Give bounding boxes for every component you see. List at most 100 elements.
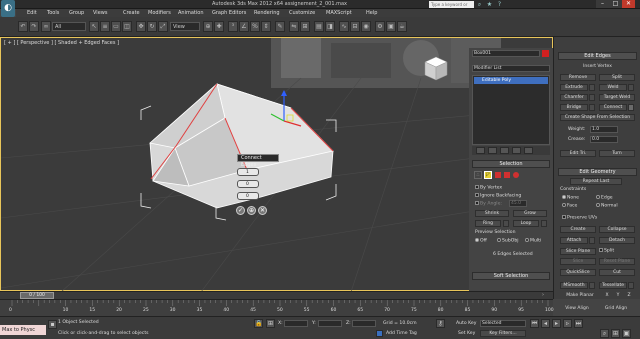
menu-create[interactable]: Create (123, 9, 140, 17)
edge-mode-icon[interactable]: ◸ (484, 171, 492, 179)
ring-spinner[interactable] (503, 220, 509, 227)
move-icon[interactable]: ✥ (136, 21, 146, 32)
split-edge-button[interactable]: Split (599, 74, 635, 81)
soft-selection-rollout-header[interactable]: Soft Selection (472, 272, 550, 280)
weld-settings-button[interactable] (628, 84, 634, 91)
named-selection-icon[interactable]: ✎ (275, 21, 285, 32)
slice-button[interactable]: Slice (560, 258, 596, 265)
extrude-button[interactable]: Extrude (560, 84, 588, 91)
stack-item-editable-poly[interactable]: Editable Poly (474, 77, 548, 84)
link-icon[interactable]: ∞ (41, 21, 51, 32)
render-production-icon[interactable]: ☕ (397, 21, 407, 32)
vertex-mode-icon[interactable]: ∴ (474, 171, 482, 179)
cut-button[interactable]: Cut (599, 269, 635, 276)
spinner-snap-icon[interactable]: ⇕ (261, 21, 271, 32)
selection-rollout-header[interactable]: Selection (472, 160, 550, 168)
caddy-apply-icon[interactable]: ⊕ (247, 206, 256, 215)
border-mode-icon[interactable] (495, 172, 501, 178)
add-time-tag[interactable]: Add Time Tag (386, 331, 417, 336)
time-slider-thumb[interactable]: 0 / 100 (20, 292, 54, 299)
minimize-button[interactable]: – (596, 0, 609, 8)
grid-align-button[interactable]: Grid Align (598, 306, 634, 313)
maximize-viewport-icon[interactable]: ▣ (622, 329, 631, 338)
box001-mesh[interactable] (149, 83, 334, 209)
binoculars-icon[interactable]: ⌕ (476, 1, 483, 8)
attach-button[interactable]: Attach (560, 237, 588, 244)
constraint-none-radio[interactable]: None (562, 195, 579, 201)
remove-modifier-icon[interactable] (512, 147, 521, 154)
menu-modifiers[interactable]: Modifiers (148, 9, 171, 17)
menu-tools[interactable]: Tools (47, 9, 59, 17)
view-align-button[interactable]: View Align (559, 306, 595, 313)
prev-frame-icon[interactable]: ◂ (541, 319, 550, 328)
viewport-label[interactable]: [ + ] [ Perspective ] [ Shaded + Edged F… (4, 40, 119, 46)
menu-views[interactable]: Views (93, 9, 107, 17)
target-weld-button[interactable]: Target Weld (599, 94, 635, 101)
render-setup-icon[interactable]: ⚙ (375, 21, 385, 32)
constraint-normal-radio[interactable]: Normal (596, 203, 618, 209)
menu-maxscript[interactable]: MAXScript (326, 9, 352, 17)
schematic-view-icon[interactable]: ⊟ (350, 21, 360, 32)
slice-plane-button[interactable]: Slice Plane (560, 248, 596, 255)
x-coord-field[interactable] (284, 320, 308, 327)
help-icon[interactable]: ? (496, 1, 503, 8)
loop-button[interactable]: Loop (513, 220, 539, 227)
key-filters-button[interactable]: Key Filters... (480, 330, 526, 337)
select-manipulate-icon[interactable]: ✚ (214, 21, 224, 32)
zoom-icon[interactable]: ⌕ (600, 329, 609, 338)
material-editor-icon[interactable]: ◉ (361, 21, 371, 32)
zoom-extents-icon[interactable]: ⊞ (611, 329, 620, 338)
make-unique-icon[interactable] (500, 147, 509, 154)
grow-button[interactable]: Grow (513, 210, 547, 217)
search-input[interactable]: Type a keyword or phrase (429, 1, 474, 14)
angle-snap-icon[interactable]: ∠ (239, 21, 249, 32)
next-frame-icon[interactable]: › (542, 292, 550, 299)
connect-settings-button[interactable] (628, 104, 634, 111)
maxscript-listener[interactable]: Max to Physc (0, 325, 46, 335)
turn-button[interactable]: Turn (599, 150, 635, 157)
viewcube-icon[interactable] (421, 53, 451, 83)
mirror-icon[interactable]: ⇋ (289, 21, 299, 32)
undo-icon[interactable]: ↶ (18, 21, 28, 32)
object-color-swatch[interactable] (542, 50, 549, 57)
msmooth-settings-button[interactable] (589, 282, 595, 289)
collapse-button[interactable]: Collapse (599, 226, 635, 233)
constraint-edge-radio[interactable]: Edge (596, 195, 613, 201)
create-shape-button[interactable]: Create Shape From Selection (560, 114, 635, 121)
bridge-button[interactable]: Bridge (560, 104, 588, 111)
menu-edit[interactable]: Edit (27, 9, 37, 17)
layer-manager-icon[interactable]: ▤ (314, 21, 324, 32)
planar-z-button[interactable]: Z (624, 293, 634, 300)
make-planar-button[interactable]: Make Planar (560, 293, 600, 300)
caddy-ok-icon[interactable]: ✓ (236, 206, 245, 215)
create-button[interactable]: Create (560, 226, 596, 233)
scale-icon[interactable]: ⤢ (158, 21, 168, 32)
preview-subobj-radio[interactable]: SubObj (497, 238, 519, 244)
extrude-settings-button[interactable] (589, 84, 595, 91)
tessellate-button[interactable]: Tessellate (599, 282, 627, 289)
app-logo-icon[interactable]: ◐ (1, 0, 15, 17)
time-tag-icon[interactable] (376, 330, 383, 337)
play-icon[interactable]: ▸ (552, 319, 561, 328)
modifier-list-dropdown[interactable]: Modifier List (472, 65, 550, 72)
ring-button[interactable]: Ring (475, 220, 501, 227)
rotate-icon[interactable]: ↻ (147, 21, 157, 32)
polygon-mode-icon[interactable] (504, 172, 510, 178)
next-key-icon[interactable]: ▹ (563, 319, 572, 328)
show-end-result-icon[interactable] (488, 147, 497, 154)
set-key-icon[interactable]: ⚷ (436, 319, 445, 328)
redo-icon[interactable]: ↷ (29, 21, 39, 32)
menu-help[interactable]: Help (366, 9, 377, 17)
caddy-slide-field[interactable]: 0 (237, 192, 259, 200)
select-region-icon[interactable]: ▭ (111, 21, 121, 32)
track-bar[interactable]: 0 10 15 20 25 30 35 40 45 50 55 60 65 70 75 80 85 90 95 100 (0, 299, 554, 316)
tessellate-settings-button[interactable] (628, 282, 634, 289)
auto-key-dropdown[interactable]: Selected (480, 320, 526, 327)
msmooth-button[interactable]: MSmooth (560, 282, 588, 289)
z-coord-field[interactable] (352, 320, 376, 327)
crease-field[interactable]: 0.0 (590, 136, 618, 143)
time-slider[interactable]: 0 / 100 › (0, 291, 553, 299)
absolute-mode-icon[interactable]: ⊞ (266, 319, 275, 328)
menu-customize[interactable]: Customize (289, 9, 315, 17)
lock-selection-icon[interactable]: 🔒 (254, 319, 263, 328)
